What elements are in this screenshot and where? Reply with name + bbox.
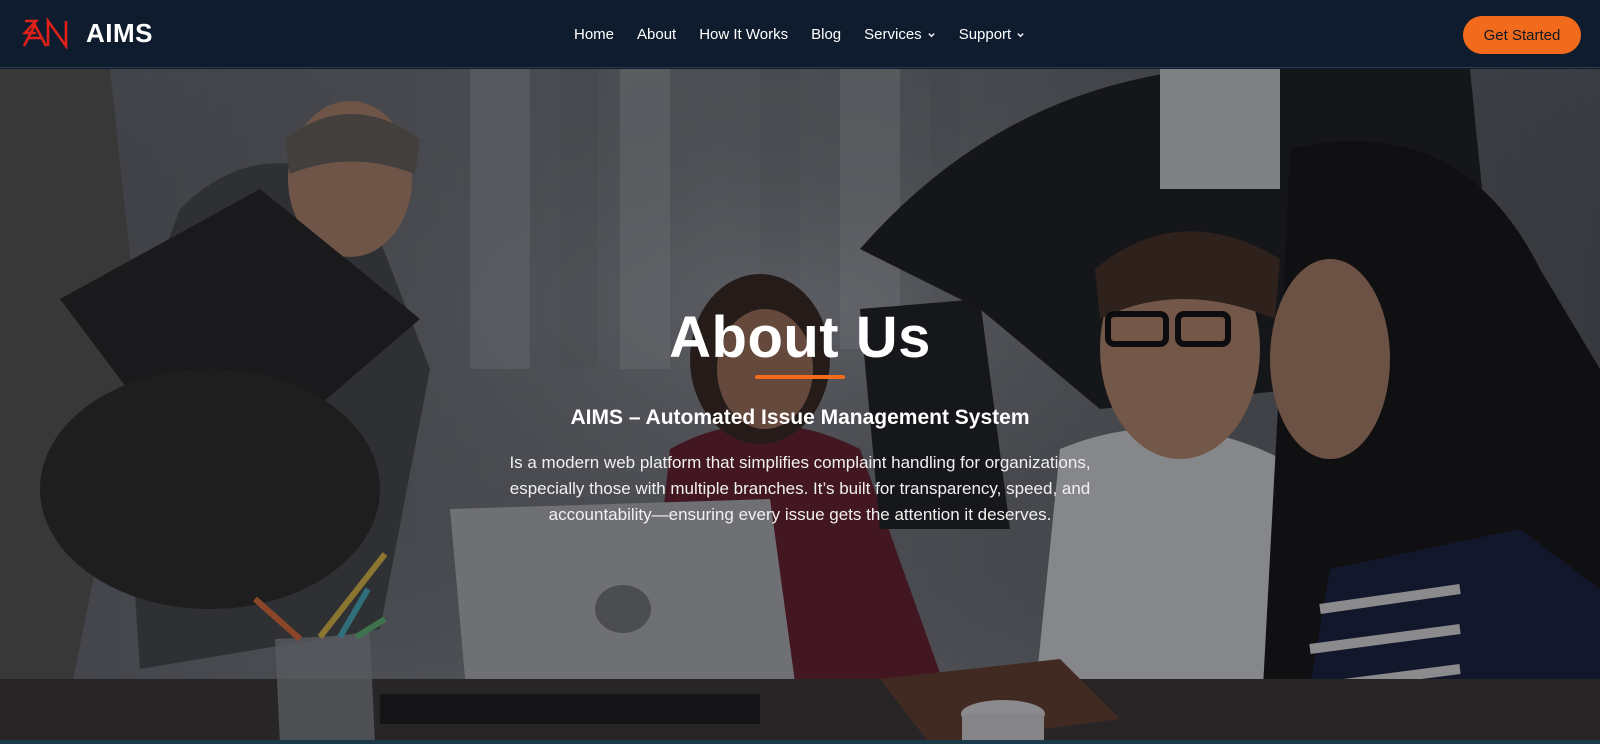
hero-subtitle: AIMS – Automated Issue Management System — [570, 406, 1030, 429]
chevron-down-icon — [1017, 32, 1024, 37]
hero-description: Is a modern web platform that simplifies… — [509, 453, 1091, 524]
title-underline — [755, 375, 845, 379]
nav-how-it-works[interactable]: How It Works — [699, 26, 788, 43]
chevron-down-icon — [928, 32, 935, 37]
nav-home-label: Home — [574, 25, 615, 43]
nav-about[interactable]: About — [637, 26, 676, 43]
nav-support-label: Support — [958, 25, 1012, 43]
nav-support-dropdown[interactable]: Support — [959, 26, 1026, 43]
hero-title: About Us — [669, 305, 931, 370]
brand-name: AIMS — [86, 17, 153, 48]
nav-services-dropdown[interactable]: Services — [864, 26, 936, 43]
hero-section: About Us AIMS – Automated Issue Manageme… — [0, 69, 1600, 744]
nav-home[interactable]: Home — [574, 26, 614, 43]
hero-content: About Us AIMS – Automated Issue Manageme… — [400, 305, 1200, 528]
nav-blog[interactable]: Blog — [811, 26, 841, 43]
main-nav: Home About How It Works Blog Services Su… — [574, 22, 1048, 46]
get-started-button[interactable]: Get Started — [1463, 16, 1581, 54]
nav-about-label: About — [637, 25, 677, 43]
nav-how-it-works-label: How It Works — [699, 25, 789, 43]
aims-logo-icon — [22, 17, 68, 49]
nav-services-label: Services — [864, 25, 922, 43]
top-navbar: AIMS Home About How It Works Blog Servic… — [0, 0, 1600, 68]
brand-home-link[interactable]: AIMS — [22, 17, 153, 49]
nav-blog-label: Blog — [811, 25, 842, 43]
bottom-edge — [0, 740, 1600, 744]
